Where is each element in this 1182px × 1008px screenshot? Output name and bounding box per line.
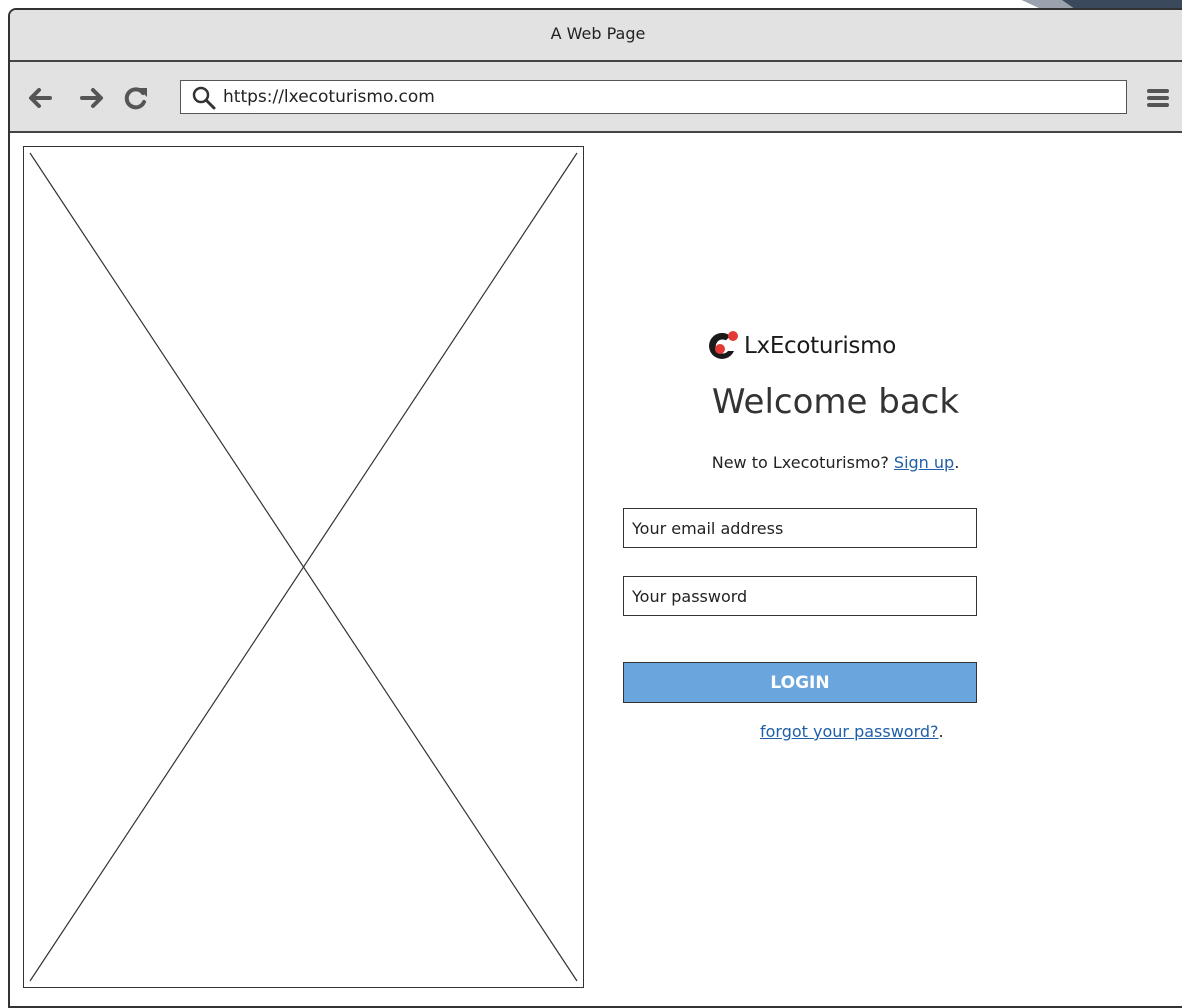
login-button[interactable]: LOGIN [623, 662, 977, 703]
address-bar[interactable] [180, 80, 1127, 114]
logo-text: LxEcoturismo [744, 333, 896, 359]
forgot-suffix: . [938, 722, 944, 741]
arrow-left-icon[interactable] [26, 84, 54, 112]
url-input[interactable] [223, 84, 1103, 110]
title-bar: A Web Page [10, 10, 1182, 62]
window-title: A Web Page [550, 24, 646, 43]
hamburger-menu-icon[interactable] [1144, 84, 1172, 112]
email-field-box [623, 508, 977, 548]
password-field-box [623, 576, 977, 616]
signup-suffix: . [954, 453, 960, 472]
password-field[interactable] [624, 577, 976, 615]
logo-mark-icon [709, 331, 738, 359]
forgot-password-link[interactable]: forgot your password? [760, 722, 939, 741]
signup-prompt-text: New to Lxecoturismo? [711, 453, 889, 472]
signup-prompt-line: New to Lxecoturismo? Sign up. [610, 453, 1061, 472]
image-placeholder [23, 146, 584, 988]
browser-window: A Web Page https://lxecoturismo.com LxEc… [8, 8, 1182, 1008]
forgot-password-line: forgot your password?. [760, 722, 944, 741]
placeholder-cross [29, 152, 578, 982]
email-field[interactable] [624, 509, 976, 547]
welcome-heading: Welcome back [711, 382, 960, 422]
arrow-right-icon[interactable] [78, 84, 106, 112]
brand-logo: LxEcoturismo [706, 328, 896, 364]
search-icon [192, 86, 216, 110]
navigation-bar [10, 62, 1182, 133]
reload-icon[interactable] [122, 84, 150, 112]
signup-link[interactable]: Sign up [894, 453, 954, 472]
